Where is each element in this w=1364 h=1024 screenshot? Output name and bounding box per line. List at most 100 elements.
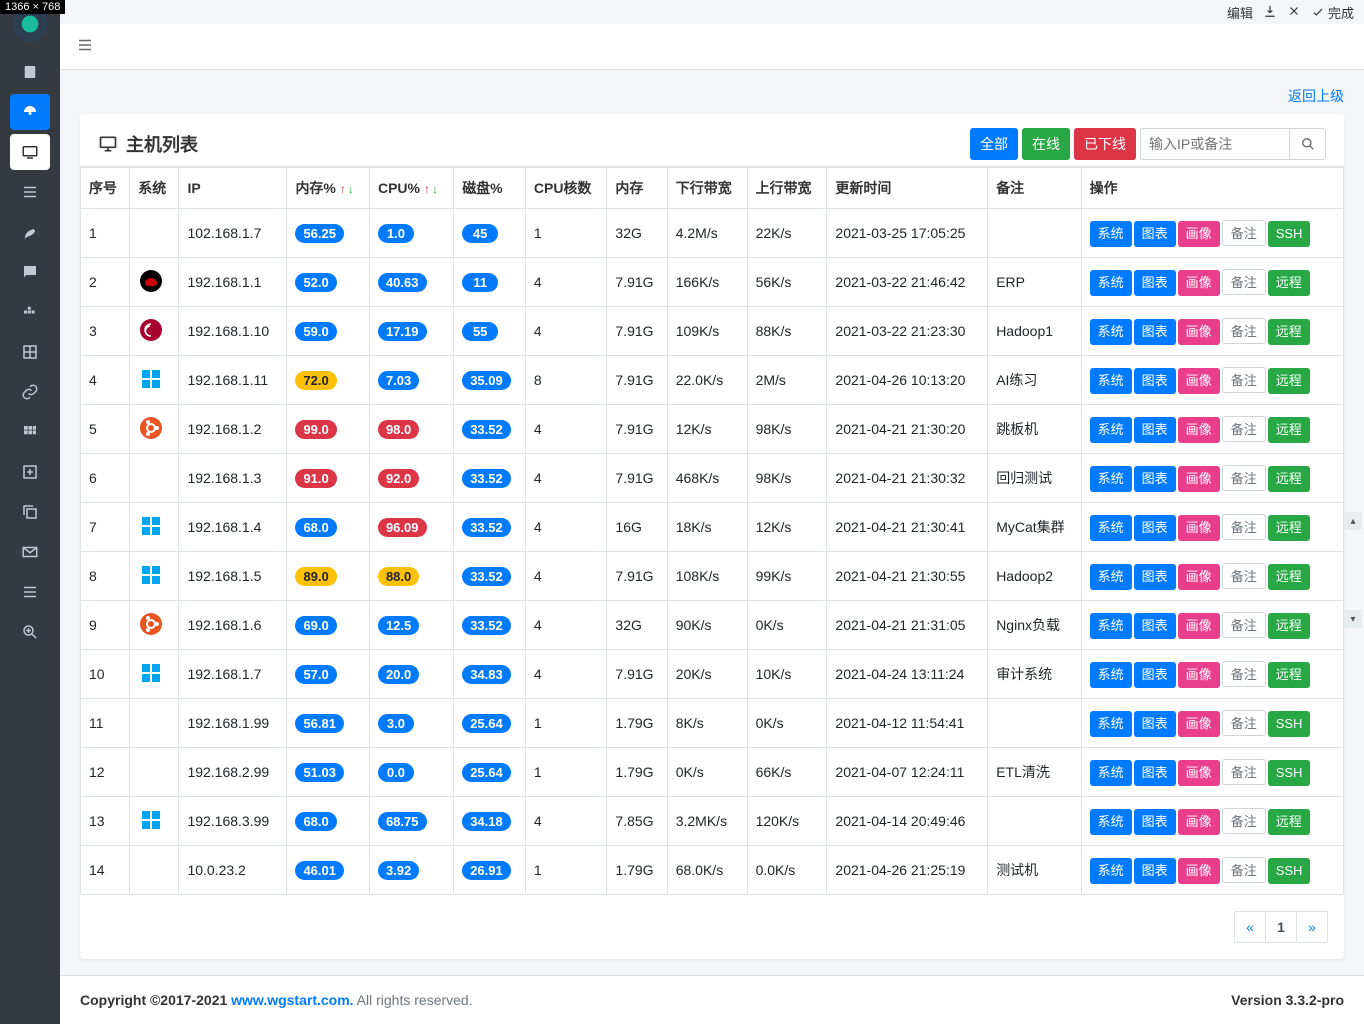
action-note-button[interactable]: 备注: [1222, 808, 1266, 834]
nav-link-icon[interactable]: [10, 374, 50, 410]
scroll-down-icon[interactable]: ▾: [1344, 610, 1362, 628]
nav-dashboard-icon[interactable]: [10, 94, 50, 130]
action-image-button[interactable]: 画像: [1178, 515, 1220, 541]
action-chart-button[interactable]: 图表: [1134, 711, 1176, 737]
action-chart-button[interactable]: 图表: [1134, 270, 1176, 296]
action-remote-button[interactable]: 远程: [1268, 270, 1310, 296]
action-system-button[interactable]: 系统: [1090, 711, 1132, 737]
action-image-button[interactable]: 画像: [1178, 760, 1220, 786]
action-image-button[interactable]: 画像: [1178, 270, 1220, 296]
action-note-button[interactable]: 备注: [1222, 612, 1266, 638]
action-image-button[interactable]: 画像: [1178, 319, 1220, 345]
nav-mail-icon[interactable]: [10, 534, 50, 570]
search-button[interactable]: [1290, 128, 1326, 160]
action-chart-button[interactable]: 图表: [1134, 319, 1176, 345]
action-remote-button[interactable]: 远程: [1268, 564, 1310, 590]
action-remote-button[interactable]: SSH: [1268, 760, 1311, 786]
action-image-button[interactable]: 画像: [1178, 613, 1220, 639]
nav-doc-icon[interactable]: [10, 54, 50, 90]
action-system-button[interactable]: 系统: [1090, 515, 1132, 541]
action-chart-button[interactable]: 图表: [1134, 760, 1176, 786]
action-note-button[interactable]: 备注: [1222, 367, 1266, 393]
action-system-button[interactable]: 系统: [1090, 564, 1132, 590]
action-chart-button[interactable]: 图表: [1134, 515, 1176, 541]
action-remote-button[interactable]: 远程: [1268, 368, 1310, 394]
search-input[interactable]: [1140, 128, 1290, 160]
action-note-button[interactable]: 备注: [1222, 465, 1266, 491]
action-image-button[interactable]: 画像: [1178, 221, 1220, 247]
filter-all-button[interactable]: 全部: [970, 128, 1018, 160]
page-1[interactable]: 1: [1265, 911, 1297, 943]
action-image-button[interactable]: 画像: [1178, 809, 1220, 835]
action-chart-button[interactable]: 图表: [1134, 466, 1176, 492]
action-system-button[interactable]: 系统: [1090, 613, 1132, 639]
action-chart-button[interactable]: 图表: [1134, 809, 1176, 835]
action-image-button[interactable]: 画像: [1178, 564, 1220, 590]
action-chart-button[interactable]: 图表: [1134, 221, 1176, 247]
action-system-button[interactable]: 系统: [1090, 368, 1132, 394]
action-note-button[interactable]: 备注: [1222, 220, 1266, 246]
scroll-up-icon[interactable]: ▴: [1344, 512, 1362, 530]
col-cpu-pct[interactable]: CPU%↑↓: [369, 167, 453, 209]
nav-chat-icon[interactable]: [10, 254, 50, 290]
menu-toggle-icon[interactable]: [76, 36, 94, 57]
done-button[interactable]: 完成: [1311, 3, 1354, 22]
action-remote-button[interactable]: 远程: [1268, 515, 1310, 541]
close-icon[interactable]: [1287, 4, 1301, 21]
action-note-button[interactable]: 备注: [1222, 857, 1266, 883]
action-image-button[interactable]: 画像: [1178, 858, 1220, 884]
nav-grid-icon[interactable]: [10, 414, 50, 450]
nav-zoom-icon[interactable]: [10, 614, 50, 650]
action-chart-button[interactable]: 图表: [1134, 662, 1176, 688]
action-system-button[interactable]: 系统: [1090, 858, 1132, 884]
action-system-button[interactable]: 系统: [1090, 270, 1132, 296]
return-link[interactable]: 返回上级: [1288, 88, 1344, 104]
filter-offline-button[interactable]: 已下线: [1074, 128, 1136, 160]
action-chart-button[interactable]: 图表: [1134, 564, 1176, 590]
action-note-button[interactable]: 备注: [1222, 710, 1266, 736]
action-system-button[interactable]: 系统: [1090, 760, 1132, 786]
edit-button[interactable]: 编辑: [1227, 3, 1253, 22]
action-note-button[interactable]: 备注: [1222, 416, 1266, 442]
action-chart-button[interactable]: 图表: [1134, 858, 1176, 884]
action-image-button[interactable]: 画像: [1178, 711, 1220, 737]
action-note-button[interactable]: 备注: [1222, 759, 1266, 785]
action-note-button[interactable]: 备注: [1222, 514, 1266, 540]
nav-list-icon[interactable]: [10, 174, 50, 210]
action-chart-button[interactable]: 图表: [1134, 368, 1176, 394]
action-system-button[interactable]: 系统: [1090, 221, 1132, 247]
action-remote-button[interactable]: 远程: [1268, 417, 1310, 443]
filter-online-button[interactable]: 在线: [1022, 128, 1070, 160]
action-system-button[interactable]: 系统: [1090, 417, 1132, 443]
nav-hosts-icon[interactable]: [10, 134, 50, 170]
col-mem-pct[interactable]: 内存%↑↓: [287, 167, 370, 209]
action-image-button[interactable]: 画像: [1178, 368, 1220, 394]
action-chart-button[interactable]: 图表: [1134, 613, 1176, 639]
action-remote-button[interactable]: 远程: [1268, 466, 1310, 492]
action-note-button[interactable]: 备注: [1222, 269, 1266, 295]
action-image-button[interactable]: 画像: [1178, 662, 1220, 688]
nav-docker-icon[interactable]: [10, 294, 50, 330]
page-next[interactable]: »: [1296, 911, 1328, 943]
action-image-button[interactable]: 画像: [1178, 417, 1220, 443]
action-remote-button[interactable]: 远程: [1268, 662, 1310, 688]
nav-table-icon[interactable]: [10, 334, 50, 370]
action-system-button[interactable]: 系统: [1090, 466, 1132, 492]
action-chart-button[interactable]: 图表: [1134, 417, 1176, 443]
action-system-button[interactable]: 系统: [1090, 662, 1132, 688]
action-remote-button[interactable]: 远程: [1268, 809, 1310, 835]
action-remote-button[interactable]: SSH: [1268, 711, 1311, 737]
action-remote-button[interactable]: 远程: [1268, 319, 1310, 345]
action-remote-button[interactable]: 远程: [1268, 613, 1310, 639]
nav-copy-icon[interactable]: [10, 494, 50, 530]
action-note-button[interactable]: 备注: [1222, 661, 1266, 687]
footer-link[interactable]: www.wgstart.com.: [231, 992, 353, 1008]
page-prev[interactable]: «: [1234, 911, 1266, 943]
action-system-button[interactable]: 系统: [1090, 319, 1132, 345]
action-note-button[interactable]: 备注: [1222, 563, 1266, 589]
nav-add-icon[interactable]: [10, 454, 50, 490]
download-icon[interactable]: [1263, 4, 1277, 21]
action-note-button[interactable]: 备注: [1222, 318, 1266, 344]
nav-bars-icon[interactable]: [10, 574, 50, 610]
action-image-button[interactable]: 画像: [1178, 466, 1220, 492]
